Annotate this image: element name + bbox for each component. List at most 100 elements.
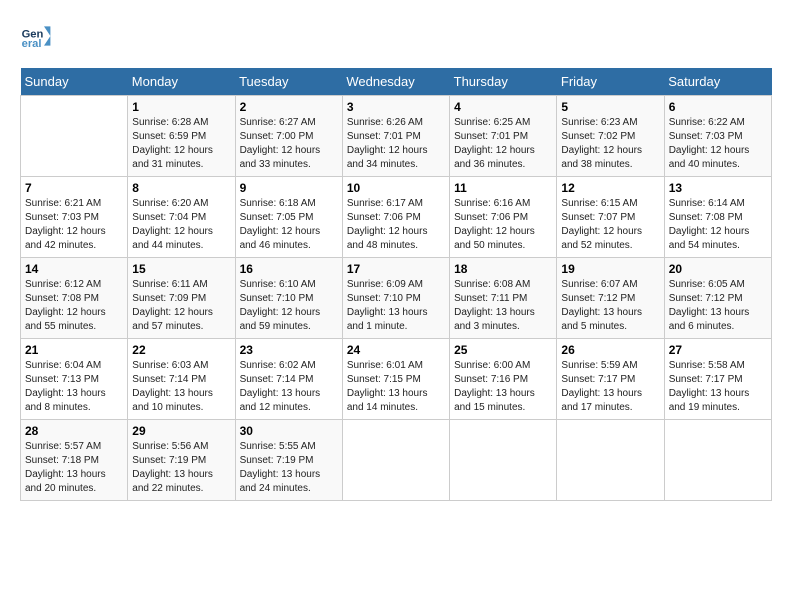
weekday-header: Tuesday <box>235 68 342 96</box>
calendar-cell: 1 Sunrise: 6:28 AMSunset: 6:59 PMDayligh… <box>128 96 235 177</box>
day-number: 17 <box>347 262 445 276</box>
calendar-cell: 24 Sunrise: 6:01 AMSunset: 7:15 PMDaylig… <box>342 339 449 420</box>
calendar-header-row: SundayMondayTuesdayWednesdayThursdayFrid… <box>21 68 772 96</box>
calendar-week-row: 1 Sunrise: 6:28 AMSunset: 6:59 PMDayligh… <box>21 96 772 177</box>
day-number: 22 <box>132 343 230 357</box>
calendar-week-row: 14 Sunrise: 6:12 AMSunset: 7:08 PMDaylig… <box>21 258 772 339</box>
weekday-header: Sunday <box>21 68 128 96</box>
day-info: Sunrise: 5:57 AMSunset: 7:18 PMDaylight:… <box>25 440 123 496</box>
day-info: Sunrise: 6:09 AMSunset: 7:10 PMDaylight:… <box>347 278 445 334</box>
day-number: 7 <box>25 181 123 195</box>
day-number: 28 <box>25 424 123 438</box>
calendar-cell: 14 Sunrise: 6:12 AMSunset: 7:08 PMDaylig… <box>21 258 128 339</box>
weekday-header: Thursday <box>450 68 557 96</box>
day-info: Sunrise: 6:22 AMSunset: 7:03 PMDaylight:… <box>669 116 767 172</box>
day-info: Sunrise: 6:08 AMSunset: 7:11 PMDaylight:… <box>454 278 552 334</box>
day-number: 8 <box>132 181 230 195</box>
day-number: 18 <box>454 262 552 276</box>
day-info: Sunrise: 6:16 AMSunset: 7:06 PMDaylight:… <box>454 197 552 253</box>
day-number: 29 <box>132 424 230 438</box>
day-number: 2 <box>240 100 338 114</box>
day-info: Sunrise: 6:02 AMSunset: 7:14 PMDaylight:… <box>240 359 338 415</box>
calendar-cell: 25 Sunrise: 6:00 AMSunset: 7:16 PMDaylig… <box>450 339 557 420</box>
day-info: Sunrise: 6:20 AMSunset: 7:04 PMDaylight:… <box>132 197 230 253</box>
calendar-cell: 6 Sunrise: 6:22 AMSunset: 7:03 PMDayligh… <box>664 96 771 177</box>
day-number: 30 <box>240 424 338 438</box>
day-info: Sunrise: 6:03 AMSunset: 7:14 PMDaylight:… <box>132 359 230 415</box>
day-info: Sunrise: 6:15 AMSunset: 7:07 PMDaylight:… <box>561 197 659 253</box>
day-number: 16 <box>240 262 338 276</box>
weekday-header: Friday <box>557 68 664 96</box>
day-number: 10 <box>347 181 445 195</box>
calendar-cell: 11 Sunrise: 6:16 AMSunset: 7:06 PMDaylig… <box>450 177 557 258</box>
calendar-cell: 16 Sunrise: 6:10 AMSunset: 7:10 PMDaylig… <box>235 258 342 339</box>
calendar-cell: 17 Sunrise: 6:09 AMSunset: 7:10 PMDaylig… <box>342 258 449 339</box>
day-number: 15 <box>132 262 230 276</box>
calendar-table: SundayMondayTuesdayWednesdayThursdayFrid… <box>20 68 772 501</box>
calendar-cell: 3 Sunrise: 6:26 AMSunset: 7:01 PMDayligh… <box>342 96 449 177</box>
day-info: Sunrise: 6:04 AMSunset: 7:13 PMDaylight:… <box>25 359 123 415</box>
day-info: Sunrise: 5:59 AMSunset: 7:17 PMDaylight:… <box>561 359 659 415</box>
day-number: 19 <box>561 262 659 276</box>
day-number: 27 <box>669 343 767 357</box>
day-info: Sunrise: 5:55 AMSunset: 7:19 PMDaylight:… <box>240 440 338 496</box>
day-number: 25 <box>454 343 552 357</box>
calendar-cell: 5 Sunrise: 6:23 AMSunset: 7:02 PMDayligh… <box>557 96 664 177</box>
calendar-cell: 27 Sunrise: 5:58 AMSunset: 7:17 PMDaylig… <box>664 339 771 420</box>
calendar-cell: 2 Sunrise: 6:27 AMSunset: 7:00 PMDayligh… <box>235 96 342 177</box>
day-number: 24 <box>347 343 445 357</box>
calendar-cell: 10 Sunrise: 6:17 AMSunset: 7:06 PMDaylig… <box>342 177 449 258</box>
day-info: Sunrise: 6:18 AMSunset: 7:05 PMDaylight:… <box>240 197 338 253</box>
logo-icon: Gen eral <box>20 20 52 52</box>
calendar-cell: 21 Sunrise: 6:04 AMSunset: 7:13 PMDaylig… <box>21 339 128 420</box>
day-info: Sunrise: 6:27 AMSunset: 7:00 PMDaylight:… <box>240 116 338 172</box>
calendar-cell: 22 Sunrise: 6:03 AMSunset: 7:14 PMDaylig… <box>128 339 235 420</box>
day-number: 4 <box>454 100 552 114</box>
calendar-cell <box>342 420 449 501</box>
day-info: Sunrise: 6:10 AMSunset: 7:10 PMDaylight:… <box>240 278 338 334</box>
day-number: 1 <box>132 100 230 114</box>
day-number: 9 <box>240 181 338 195</box>
weekday-header: Wednesday <box>342 68 449 96</box>
day-info: Sunrise: 6:12 AMSunset: 7:08 PMDaylight:… <box>25 278 123 334</box>
weekday-header: Saturday <box>664 68 771 96</box>
svg-text:eral: eral <box>22 38 42 50</box>
day-number: 6 <box>669 100 767 114</box>
calendar-cell: 23 Sunrise: 6:02 AMSunset: 7:14 PMDaylig… <box>235 339 342 420</box>
calendar-week-row: 28 Sunrise: 5:57 AMSunset: 7:18 PMDaylig… <box>21 420 772 501</box>
calendar-cell: 13 Sunrise: 6:14 AMSunset: 7:08 PMDaylig… <box>664 177 771 258</box>
calendar-cell: 26 Sunrise: 5:59 AMSunset: 7:17 PMDaylig… <box>557 339 664 420</box>
calendar-cell: 15 Sunrise: 6:11 AMSunset: 7:09 PMDaylig… <box>128 258 235 339</box>
logo: Gen eral <box>20 20 56 52</box>
calendar-cell: 8 Sunrise: 6:20 AMSunset: 7:04 PMDayligh… <box>128 177 235 258</box>
day-number: 11 <box>454 181 552 195</box>
calendar-cell: 19 Sunrise: 6:07 AMSunset: 7:12 PMDaylig… <box>557 258 664 339</box>
calendar-cell: 7 Sunrise: 6:21 AMSunset: 7:03 PMDayligh… <box>21 177 128 258</box>
calendar-cell: 30 Sunrise: 5:55 AMSunset: 7:19 PMDaylig… <box>235 420 342 501</box>
calendar-cell <box>557 420 664 501</box>
day-info: Sunrise: 6:11 AMSunset: 7:09 PMDaylight:… <box>132 278 230 334</box>
day-info: Sunrise: 6:21 AMSunset: 7:03 PMDaylight:… <box>25 197 123 253</box>
day-info: Sunrise: 6:23 AMSunset: 7:02 PMDaylight:… <box>561 116 659 172</box>
day-number: 3 <box>347 100 445 114</box>
calendar-week-row: 21 Sunrise: 6:04 AMSunset: 7:13 PMDaylig… <box>21 339 772 420</box>
day-number: 20 <box>669 262 767 276</box>
calendar-week-row: 7 Sunrise: 6:21 AMSunset: 7:03 PMDayligh… <box>21 177 772 258</box>
day-info: Sunrise: 6:17 AMSunset: 7:06 PMDaylight:… <box>347 197 445 253</box>
day-number: 21 <box>25 343 123 357</box>
calendar-cell: 20 Sunrise: 6:05 AMSunset: 7:12 PMDaylig… <box>664 258 771 339</box>
calendar-cell <box>450 420 557 501</box>
day-info: Sunrise: 6:28 AMSunset: 6:59 PMDaylight:… <box>132 116 230 172</box>
day-info: Sunrise: 6:05 AMSunset: 7:12 PMDaylight:… <box>669 278 767 334</box>
calendar-cell: 9 Sunrise: 6:18 AMSunset: 7:05 PMDayligh… <box>235 177 342 258</box>
page-header: Gen eral <box>20 20 772 52</box>
day-number: 23 <box>240 343 338 357</box>
day-info: Sunrise: 6:00 AMSunset: 7:16 PMDaylight:… <box>454 359 552 415</box>
day-info: Sunrise: 6:14 AMSunset: 7:08 PMDaylight:… <box>669 197 767 253</box>
calendar-cell: 28 Sunrise: 5:57 AMSunset: 7:18 PMDaylig… <box>21 420 128 501</box>
day-info: Sunrise: 6:25 AMSunset: 7:01 PMDaylight:… <box>454 116 552 172</box>
calendar-cell: 29 Sunrise: 5:56 AMSunset: 7:19 PMDaylig… <box>128 420 235 501</box>
day-number: 14 <box>25 262 123 276</box>
calendar-cell: 18 Sunrise: 6:08 AMSunset: 7:11 PMDaylig… <box>450 258 557 339</box>
calendar-cell <box>21 96 128 177</box>
